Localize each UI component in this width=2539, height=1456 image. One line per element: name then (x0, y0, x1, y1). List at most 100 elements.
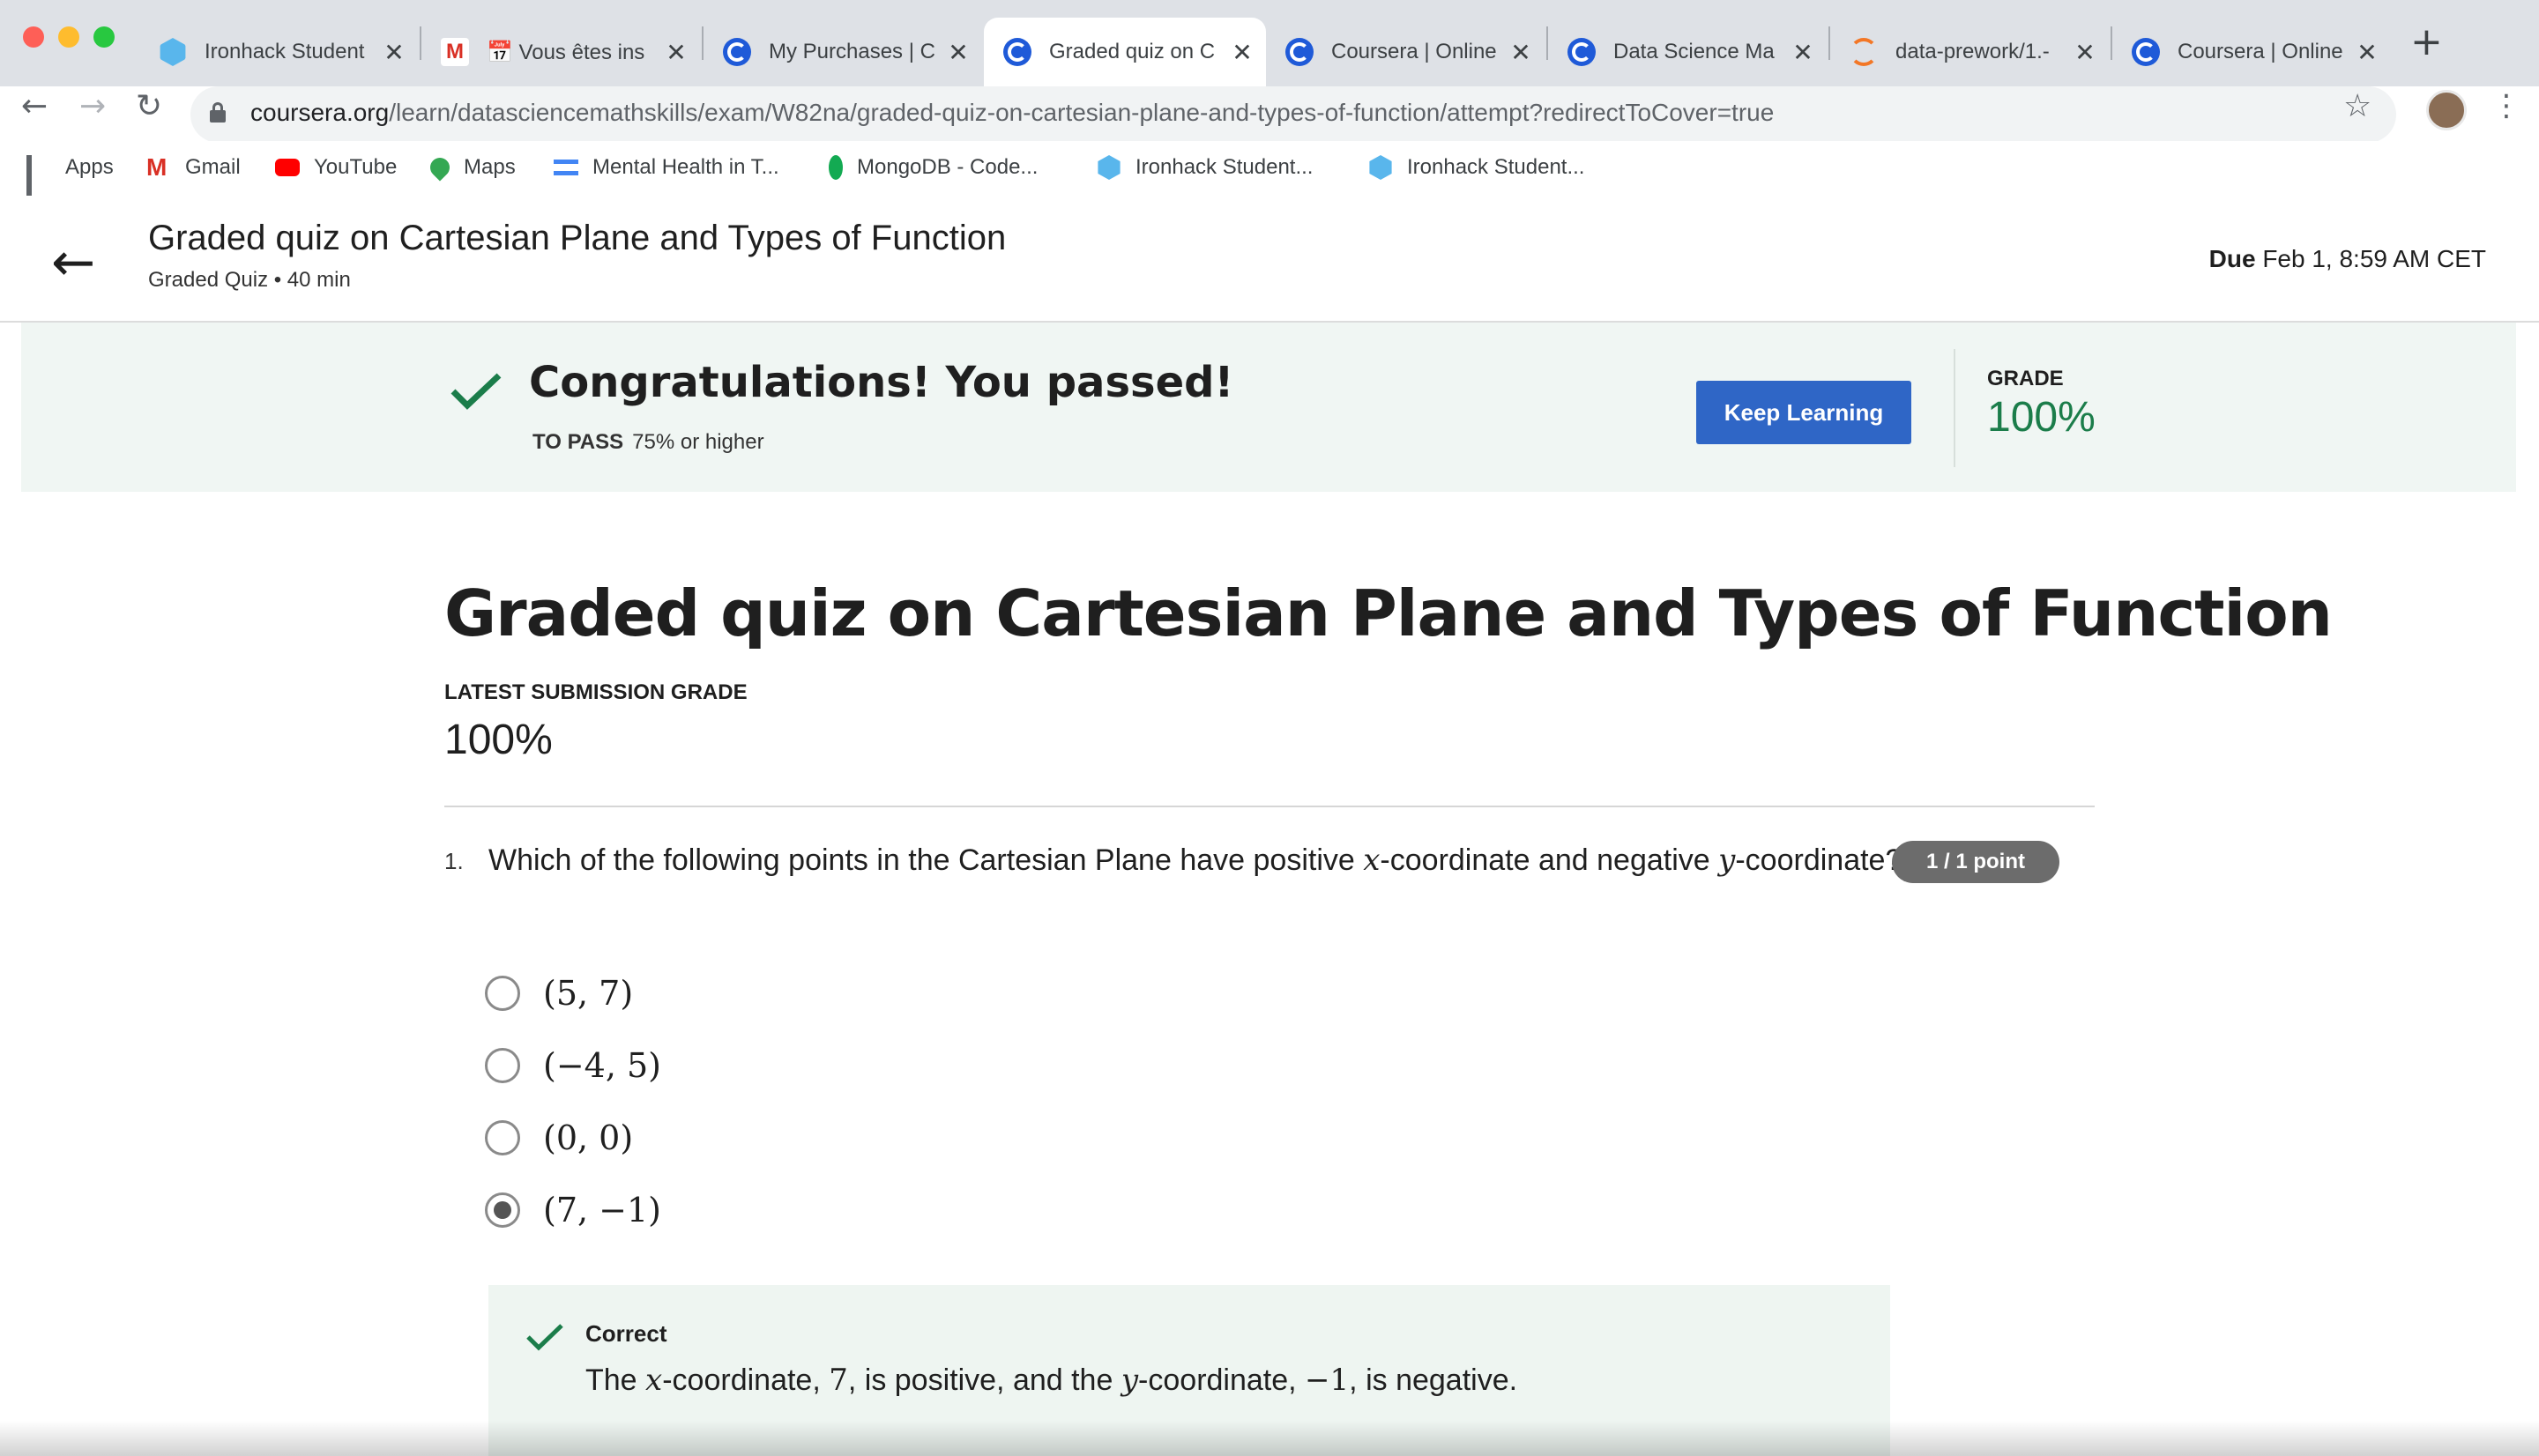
coursera-icon (1003, 38, 1031, 66)
bookmark-ironhack[interactable]: Ironhack Student... (1368, 148, 1584, 187)
close-tab-icon[interactable]: ✕ (1506, 38, 1536, 67)
radio-button[interactable] (485, 1120, 520, 1155)
close-window-button[interactable] (23, 26, 44, 48)
answer-option[interactable]: (5, 7) (485, 971, 633, 1015)
grade-value: 100% (1987, 394, 2096, 441)
browser-menu-icon[interactable]: ⋮ (2491, 88, 2521, 123)
forward-nav-icon[interactable]: → (79, 88, 106, 124)
bookmark-apps[interactable]: Apps (26, 148, 114, 203)
youtube-icon (275, 159, 300, 176)
browser-tab[interactable]: Ironhack Student ✕ (139, 18, 418, 86)
maximize-window-button[interactable] (93, 26, 115, 48)
close-tab-icon[interactable]: ✕ (1788, 38, 1818, 67)
checkmark-icon (526, 1324, 563, 1351)
browser-tab[interactable]: My Purchases | C ✕ (704, 18, 982, 86)
tab-title: My Purchases | C (769, 40, 935, 63)
feedback-title: Correct (585, 1320, 667, 1347)
browser-tab[interactable]: data-prework/1.- ✕ (1830, 18, 2109, 86)
bookmark-label: Maps (464, 155, 516, 179)
browser-toolbar: ← → ↻ coursera.org/learn/datasciencemath… (0, 86, 2539, 143)
answer-option[interactable]: (0, 0) (485, 1116, 633, 1160)
browser-tab[interactable]: Data Science Ma ✕ (1548, 18, 1827, 86)
tab-title: 📅 Vous êtes ins (487, 40, 645, 64)
close-tab-icon[interactable]: ✕ (943, 38, 973, 67)
due-date: Due Feb 1, 8:59 AM CET (2208, 245, 2486, 272)
radio-button[interactable] (485, 1048, 520, 1083)
reload-icon[interactable]: ↻ (136, 88, 162, 124)
option-label: (7, −1) (543, 1191, 662, 1229)
bookmark-mongodb[interactable]: MongoDB - Code... (829, 148, 1038, 187)
back-arrow-icon[interactable]: ← (51, 236, 95, 289)
bookmark-label: Ironhack Student... (1407, 155, 1585, 179)
points-badge: 1 / 1 point (1892, 841, 2059, 883)
keep-learning-button[interactable]: Keep Learning (1696, 381, 1911, 444)
answer-option-selected[interactable]: (7, −1) (485, 1188, 661, 1232)
page-title: Graded quiz on Cartesian Plane and Types… (444, 576, 2333, 650)
scroll-shadow (0, 1421, 2539, 1456)
grade-label: GRADE (1987, 367, 2064, 390)
item-header: ← Graded quiz on Cartesian Plane and Typ… (0, 196, 2539, 323)
bookmark-gmail[interactable]: M Gmail (146, 148, 241, 187)
back-nav-icon[interactable]: ← (21, 88, 48, 124)
checkmark-icon (450, 373, 502, 410)
address-bar[interactable]: coursera.org/learn/datasciencemathskills… (190, 86, 2396, 143)
bookmark-label: Ironhack Student... (1135, 155, 1314, 179)
apps-grid-icon (26, 155, 51, 203)
bookmark-mental-health[interactable]: Mental Health in T... (554, 148, 779, 187)
latest-grade-label: LATEST SUBMISSION GRADE (444, 680, 748, 704)
browser-tab-strip: Ironhack Student ✕ M 📅 Vous êtes ins ✕ M… (0, 0, 2539, 86)
mental-health-icon (554, 160, 578, 175)
feedback-text: The x-coordinate, 7, is positive, and th… (585, 1363, 1518, 1398)
bookmark-label: Apps (65, 155, 114, 179)
bookmarks-bar: Apps M Gmail YouTube Maps Mental Health … (0, 141, 2539, 203)
profile-avatar[interactable] (2426, 90, 2467, 130)
item-subtitle: Graded Quiz • 40 min (148, 268, 351, 292)
bookmark-label: Gmail (185, 155, 241, 179)
browser-tab[interactable]: M 📅 Vous êtes ins ✕ (421, 18, 700, 86)
latest-grade-value: 100% (444, 717, 553, 763)
item-title: Graded quiz on Cartesian Plane and Types… (148, 219, 1007, 257)
browser-tab[interactable]: Coursera | Online ✕ (1266, 18, 1545, 86)
gmail-icon: M (146, 153, 168, 181)
coursera-icon (1285, 38, 1314, 66)
tab-title: Coursera | Online (1331, 40, 1497, 63)
answer-option[interactable]: (−4, 5) (485, 1044, 661, 1088)
pass-title: Congratulations! You passed! (529, 358, 1234, 407)
mongodb-leaf-icon (829, 155, 843, 180)
lock-icon (210, 102, 226, 123)
bookmark-ironhack[interactable]: Ironhack Student... (1097, 148, 1313, 187)
new-tab-button[interactable]: + (2410, 19, 2443, 64)
radio-button[interactable] (485, 976, 520, 1011)
divider (1954, 349, 1955, 467)
option-label: (5, 7) (543, 974, 634, 1013)
close-tab-icon[interactable]: ✕ (1227, 38, 1257, 67)
ironhack-icon (1369, 155, 1392, 180)
bookmark-youtube[interactable]: YouTube (275, 148, 397, 187)
ironhack-icon (160, 38, 186, 66)
maps-pin-icon (426, 153, 454, 182)
radio-button-selected[interactable] (485, 1192, 520, 1228)
close-tab-icon[interactable]: ✕ (379, 38, 409, 67)
browser-tab-active[interactable]: Graded quiz on C ✕ (984, 18, 1266, 86)
close-tab-icon[interactable]: ✕ (2352, 38, 2382, 67)
ironhack-icon (1098, 155, 1121, 180)
tab-title: data-prework/1.- (1895, 40, 2050, 63)
coursera-icon (1567, 38, 1596, 66)
pass-banner: Congratulations! You passed! TO PASS 75% … (21, 323, 2516, 492)
close-tab-icon[interactable]: ✕ (2070, 38, 2100, 67)
option-label: (−4, 5) (543, 1046, 662, 1085)
close-tab-icon[interactable]: ✕ (661, 38, 691, 67)
browser-tab[interactable]: Coursera | Online ✕ (2112, 18, 2391, 86)
bookmark-star-icon[interactable]: ☆ (2343, 88, 2371, 124)
jupyter-icon (1850, 38, 1878, 66)
minimize-window-button[interactable] (58, 26, 79, 48)
bookmark-maps[interactable]: Maps (426, 148, 516, 187)
tab-title: Data Science Ma (1613, 40, 1775, 63)
question-text: Which of the following points in the Car… (488, 843, 1902, 878)
bookmark-label: YouTube (314, 155, 398, 179)
url-text: coursera.org/learn/datasciencemathskills… (250, 99, 1775, 126)
bookmark-label: Mental Health in T... (592, 155, 779, 179)
coursera-icon (723, 38, 751, 66)
tab-title: Coursera | Online (2178, 40, 2343, 63)
tab-title: Ironhack Student (205, 40, 365, 63)
